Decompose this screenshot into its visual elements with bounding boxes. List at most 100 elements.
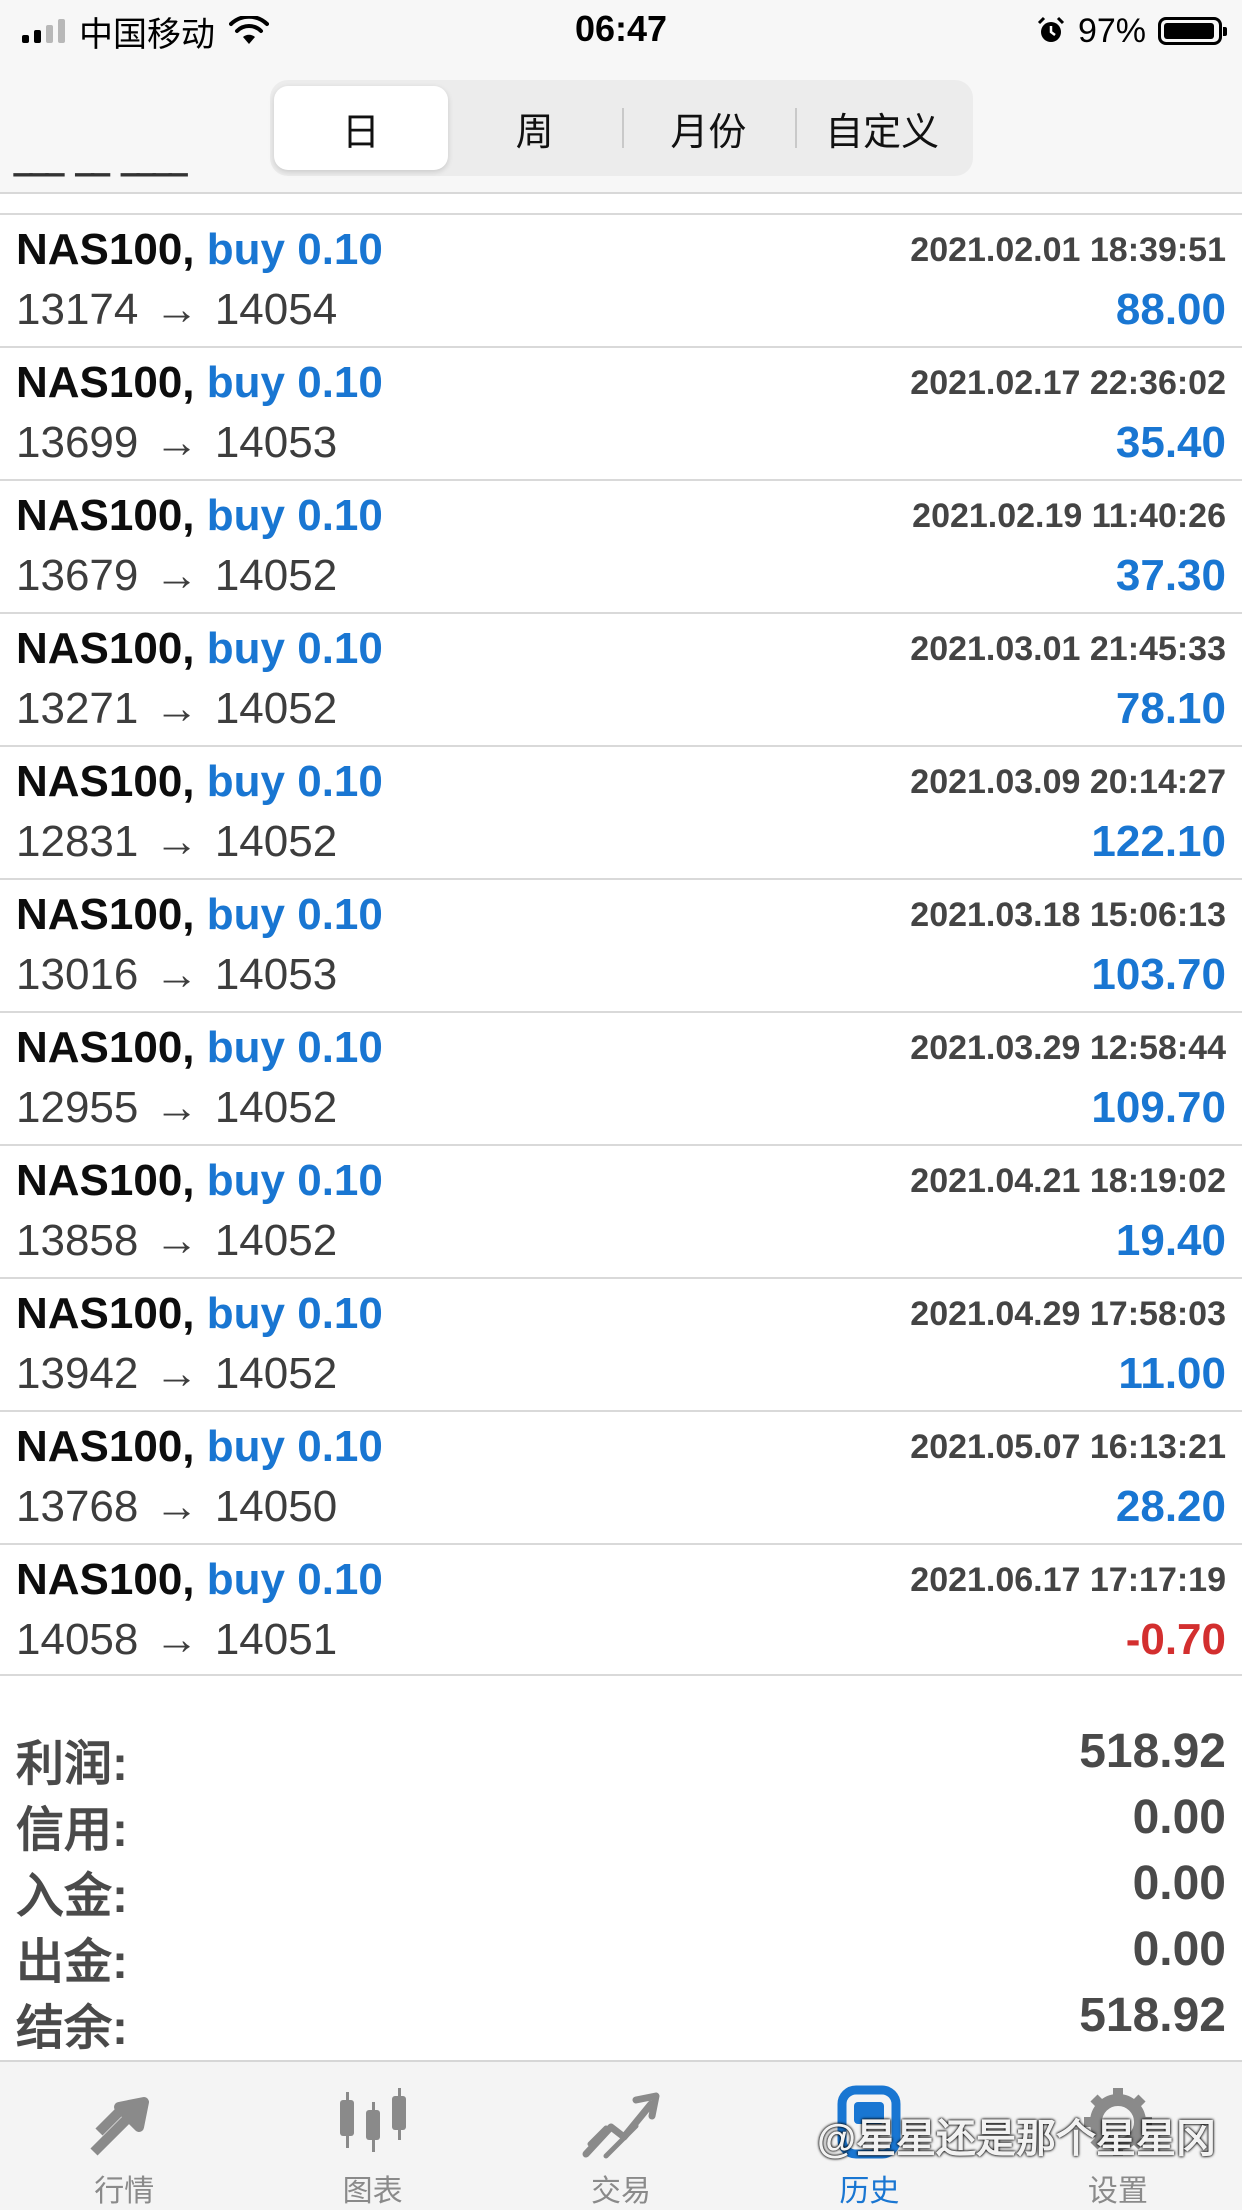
trade-symbol: NAS100, — [16, 225, 195, 274]
tab-label: 交易 — [591, 2175, 652, 2208]
trade-row[interactable]: NAS100, buy 0.10 13768 → 14050 2021.05.07 … — [0, 1410, 1242, 1543]
trade-row[interactable]: NAS100, buy 0.10 13679 → 14052 2021.02.19 … — [0, 479, 1242, 612]
arrow-icon: → — [154, 1615, 199, 1664]
trade-row[interactable]: NAS100, buy 0.10 13942 → 14052 2021.04.29 … — [0, 1277, 1242, 1410]
segment-1[interactable]: 周 — [448, 86, 622, 170]
trade-title: NAS100, buy 0.10 — [16, 358, 383, 408]
segment-2[interactable]: 月份 — [621, 86, 796, 170]
trade-row[interactable]: NAS100, buy 0.10 13858 → 14052 2021.04.21 … — [0, 1144, 1242, 1277]
trade-row[interactable]: NAS100, buy 0.10 13016 → 14053 2021.03.18 … — [0, 878, 1242, 1011]
tab-trade[interactable]: 交易 — [497, 2062, 745, 2210]
open-price: 14058 — [16, 1615, 139, 1664]
trade-side: buy 0.10 — [206, 890, 383, 939]
trade-profit: 35.40 — [1115, 418, 1226, 467]
close-price: 14052 — [214, 1349, 338, 1398]
trade-symbol: NAS100, — [16, 1023, 195, 1072]
summary-row: 出金: 0.00 — [0, 1918, 1242, 1989]
open-price: 13271 — [16, 684, 139, 733]
trade-time: 2021.04.21 18:19:02 — [910, 1162, 1226, 1200]
trade-title: NAS100, buy 0.10 — [16, 890, 383, 940]
trade-time: 2021.03.01 21:45:33 — [910, 630, 1226, 668]
trade-history-list: NAS100, buy 0.10 13174 → 14054 2021.02.01 … — [0, 213, 1242, 1676]
trade-prices: 13768 → 14050 — [16, 1482, 337, 1532]
arrow-icon: → — [154, 285, 199, 334]
status-bar: 中国移动 06:47 97% — [0, 0, 1242, 62]
close-price: 14052 — [214, 684, 338, 733]
trade-symbol: NAS100, — [16, 1289, 195, 1338]
close-price: 14053 — [214, 418, 338, 467]
trade-symbol: NAS100, — [16, 1555, 195, 1604]
trade-row[interactable]: NAS100, buy 0.10 12831 → 14052 2021.03.09 … — [0, 745, 1242, 878]
tab-bar: 行情 图表 交易 历史 设置 @星星还是那个星星冈 — [0, 2060, 1242, 2210]
trade-prices: 13174 → 14054 — [16, 285, 337, 335]
arrow-icon: → — [154, 1083, 199, 1132]
trade-symbol: NAS100, — [16, 358, 195, 407]
trade-profit: 19.40 — [1115, 1216, 1226, 1265]
header: 日周月份 自定义 ‾‾‾ ‾‾ ‾‾‾‾ — [0, 62, 1242, 194]
trade-row[interactable]: NAS100, buy 0.10 13699 → 14053 2021.02.17 … — [0, 346, 1242, 479]
tab-label: 设置 — [1087, 2175, 1148, 2208]
arrow-icon: → — [154, 551, 199, 600]
segment-3[interactable]: 自定义 — [795, 86, 969, 170]
trade-profit: 37.30 — [1115, 551, 1226, 600]
open-price: 13858 — [16, 1216, 139, 1265]
period-segmented-control: 日周月份 自定义 — [270, 80, 973, 176]
summary-value: 518.92 — [1079, 1989, 1226, 2042]
summary-value: 0.00 — [1132, 1923, 1226, 1976]
open-price: 12955 — [16, 1083, 139, 1132]
summary-label: 结余: — [16, 2002, 128, 2055]
open-price: 13679 — [16, 551, 139, 600]
trade-row[interactable]: NAS100, buy 0.10 14058 → 14051 2021.06.17 … — [0, 1543, 1242, 1676]
watermark: @星星还是那个星星冈 — [816, 2117, 1216, 2161]
trade-prices: 13699 → 14053 — [16, 418, 337, 468]
trade-title: NAS100, buy 0.10 — [16, 1555, 383, 1605]
arrow-icon: → — [154, 1216, 199, 1265]
summary-label: 出金: — [16, 1936, 128, 1989]
trade-prices: 13271 → 14052 — [16, 684, 337, 734]
close-price: 14052 — [214, 1083, 338, 1132]
open-price: 13174 — [16, 285, 139, 334]
trade-title: NAS100, buy 0.10 — [16, 624, 383, 674]
status-right: 97% — [1036, 10, 1227, 52]
summary-value: 0.00 — [1132, 1857, 1226, 1910]
quotes-icon — [90, 2097, 150, 2156]
trade-side: buy 0.10 — [206, 225, 383, 274]
trade-prices: 13679 → 14052 — [16, 551, 337, 601]
arrow-icon: → — [154, 950, 199, 999]
summary-value: 518.92 — [1079, 1725, 1226, 1778]
trade-profit: 88.00 — [1115, 285, 1226, 334]
trade-side: buy 0.10 — [206, 1422, 383, 1471]
trade-profit: 109.70 — [1091, 1083, 1226, 1132]
tab-chart[interactable]: 图表 — [248, 2062, 496, 2210]
trade-prices: 13016 → 14053 — [16, 950, 337, 1000]
chart-icon — [339, 2088, 406, 2152]
tab-quotes[interactable]: 行情 — [0, 2062, 248, 2210]
battery-icon — [1158, 17, 1227, 45]
trade-title: NAS100, buy 0.10 — [16, 1422, 383, 1472]
trade-symbol: NAS100, — [16, 1422, 195, 1471]
trade-side: buy 0.10 — [206, 1156, 383, 1205]
arrow-icon: → — [154, 817, 199, 866]
summary-row: 结余: 518.92 — [0, 1984, 1242, 2055]
trade-side: buy 0.10 — [206, 358, 383, 407]
trade-side: buy 0.10 — [206, 1555, 383, 1604]
trade-row[interactable]: NAS100, buy 0.10 13174 → 14054 2021.02.01 … — [0, 213, 1242, 346]
summary: 利润: 518.92 信用: 0.00 入金: 0.00 出金: 0.00 结余: 518.92 — [0, 1720, 1242, 2055]
trade-row[interactable]: NAS100, buy 0.10 13271 → 14052 2021.03.01 … — [0, 612, 1242, 745]
trade-title: NAS100, buy 0.10 — [16, 1156, 383, 1206]
open-price: 13768 — [16, 1482, 139, 1531]
summary-value: 0.00 — [1132, 1791, 1226, 1844]
trade-time: 2021.03.18 15:06:13 — [910, 896, 1226, 934]
trade-title: NAS100, buy 0.10 — [16, 491, 383, 541]
trade-title: NAS100, buy 0.10 — [16, 225, 383, 275]
trade-prices: 12955 → 14052 — [16, 1083, 337, 1133]
segment-0[interactable]: 日 — [274, 86, 448, 170]
trade-time: 2021.06.17 17:17:19 — [910, 1561, 1226, 1599]
tab-label: 行情 — [94, 2175, 155, 2208]
summary-row: 入金: 0.00 — [0, 1852, 1242, 1923]
trade-prices: 13942 → 14052 — [16, 1349, 337, 1399]
open-price: 12831 — [16, 817, 139, 866]
trade-row[interactable]: NAS100, buy 0.10 12955 → 14052 2021.03.29 … — [0, 1011, 1242, 1144]
trade-symbol: NAS100, — [16, 624, 195, 673]
summary-label: 入金: — [16, 1870, 128, 1923]
